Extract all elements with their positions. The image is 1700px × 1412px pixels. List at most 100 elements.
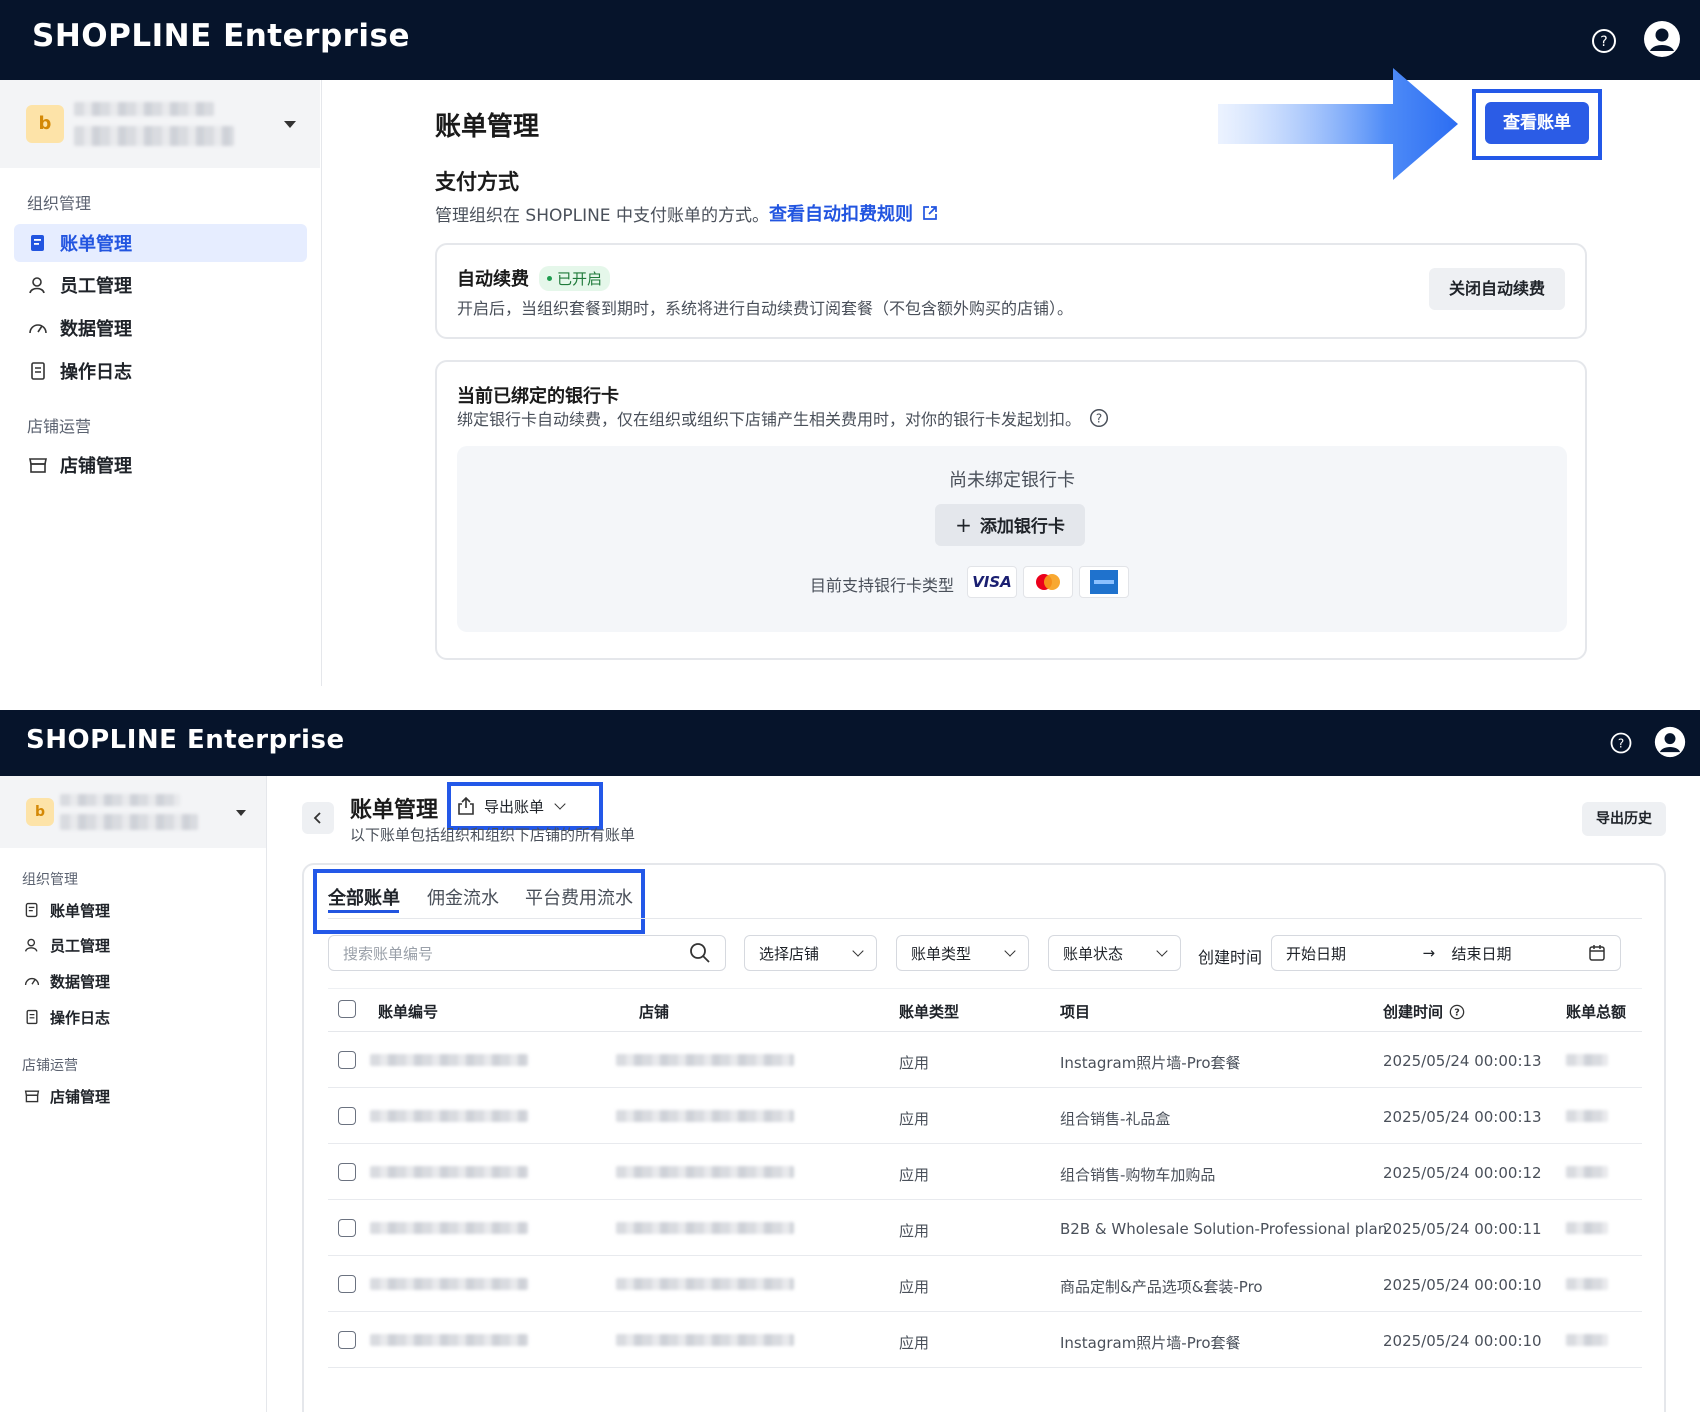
add-bank-card-button[interactable]: + 添加银行卡 (935, 504, 1085, 546)
auto-renew-title: 自动续费 (457, 269, 529, 290)
nav-group-store: 店铺运营 (27, 417, 92, 436)
external-link-icon[interactable] (921, 204, 939, 222)
export-bills-dropdown[interactable]: 导出账单 (456, 790, 566, 822)
sidebar-item-data[interactable]: 数据管理 (14, 309, 307, 347)
table-row[interactable]: 应用 组合销售-购物车加购品 2025/05/24 00:00:12 (328, 1144, 1642, 1200)
bill-number-blurred[interactable] (370, 1222, 528, 1234)
auto-charge-rules-link[interactable]: 查看自动扣费规则 (769, 200, 913, 226)
back-icon (313, 812, 321, 824)
back-button[interactable] (302, 802, 334, 834)
created-time-cell: 2025/05/24 00:00:13 (1383, 1052, 1542, 1070)
col-bill-type: 账单类型 (899, 1003, 960, 1021)
store-avatar: b (26, 798, 54, 826)
bill-number-blurred[interactable] (370, 1166, 528, 1178)
user-icon[interactable] (1643, 20, 1681, 62)
store-avatar: b (26, 105, 64, 143)
tab-platform-fee[interactable]: 平台费用流水 (525, 884, 633, 910)
store-name-blurred (60, 794, 180, 806)
store-name-blurred (616, 1110, 794, 1122)
sidebar-item-logs[interactable]: 操作日志 (12, 1001, 252, 1033)
date-range-picker[interactable]: 开始日期 → 结束日期 (1271, 935, 1621, 971)
row-checkbox[interactable] (338, 1275, 356, 1293)
chevron-down-icon (852, 945, 864, 957)
store-name-blurred (616, 1334, 794, 1346)
table-row[interactable]: 应用 Instagram照片墙-Pro套餐 2025/05/24 00:00:10 (328, 1312, 1642, 1368)
auto-renew-card: 自动续费 已开启 开启后，当组织套餐到期时，系统将进行自动续费订阅套餐（不包含额… (435, 243, 1587, 339)
sidebar-item-stores[interactable]: 店铺管理 (12, 1080, 252, 1112)
nav-group-org: 组织管理 (22, 872, 78, 888)
table-row[interactable]: 应用 商品定制&产品选项&套装-Pro 2025/05/24 00:00:10 (328, 1256, 1642, 1312)
bank-card-title: 当前已绑定的银行卡 (457, 386, 619, 407)
row-checkbox[interactable] (338, 1331, 356, 1349)
auto-renew-title-row: 自动续费 已开启 (457, 265, 611, 291)
disable-auto-renew-button[interactable]: 关闭自动续费 (1429, 268, 1565, 310)
bill-number-blurred[interactable] (370, 1110, 528, 1122)
sidebar-item-employees[interactable]: 员工管理 (14, 266, 307, 304)
page-subtitle: 以下账单包括组织和组织下店铺的所有账单 (350, 826, 636, 844)
tab-commission[interactable]: 佣金流水 (427, 884, 499, 910)
sidebar-item-stores[interactable]: 店铺管理 (14, 446, 307, 484)
row-checkbox[interactable] (338, 1107, 356, 1125)
col-total-amount: 账单总额 (1566, 1003, 1627, 1021)
main-content: 账单管理 导出账单 以下账单包括组织和组织下店铺的所有账单 导出历史 全部账单 … (268, 776, 1700, 1412)
bill-number-blurred[interactable] (370, 1054, 528, 1066)
bill-type-select[interactable]: 账单类型 (896, 935, 1029, 971)
row-checkbox[interactable] (338, 1163, 356, 1181)
arrow-right-icon: → (1422, 944, 1436, 962)
help-icon[interactable]: ? (1591, 28, 1617, 58)
table-row[interactable]: 应用 组合销售-礼品盒 2025/05/24 00:00:13 (328, 1088, 1642, 1144)
col-bill-number: 账单编号 (378, 1003, 439, 1021)
store-switcher[interactable]: b (0, 80, 320, 168)
bank-card-section: 当前已绑定的银行卡 绑定银行卡自动续费，仅在组织或组织下店铺产生相关费用时，对你… (435, 360, 1587, 660)
sidebar: b 组织管理 账单管理 员工管理 数据管理 操作日志 店铺运营 店铺管理 (0, 80, 322, 686)
tab-all-bills[interactable]: 全部账单 (328, 884, 400, 910)
bill-number-blurred[interactable] (370, 1278, 528, 1290)
row-checkbox[interactable] (338, 1219, 356, 1237)
user-icon[interactable] (1654, 726, 1686, 762)
store-icon (24, 1090, 40, 1103)
sidebar-item-billing[interactable]: 账单管理 (12, 894, 252, 926)
item-cell: 商品定制&产品选项&套装-Pro (1060, 1278, 1263, 1296)
shopline-logo: SHOPLINE Enterprise (32, 18, 411, 54)
sidebar-item-data[interactable]: 数据管理 (12, 965, 252, 997)
chevron-down-icon (1004, 945, 1016, 957)
store-select[interactable]: 选择店铺 (744, 935, 877, 971)
item-cell: Instagram照片墙-Pro套餐 (1060, 1054, 1241, 1072)
bank-card-empty-state: 尚未绑定银行卡 + 添加银行卡 目前支持银行卡类型 VISA (457, 446, 1567, 632)
bill-type-cell: 应用 (899, 1278, 930, 1296)
bill-type-cell: 应用 (899, 1054, 930, 1072)
help-icon[interactable]: ? (1610, 732, 1632, 758)
store-icon (29, 458, 47, 473)
row-checkbox[interactable] (338, 1051, 356, 1069)
table-row[interactable]: 应用 Instagram照片墙-Pro套餐 2025/05/24 00:00:13 (328, 1032, 1642, 1088)
item-cell: 组合销售-购物车加购品 (1060, 1166, 1216, 1184)
auto-renew-description: 开启后，当组织套餐到期时，系统将进行自动续费订阅套餐（不包含额外购买的店铺）。 (457, 299, 1074, 318)
chevron-down-icon (554, 798, 566, 810)
info-icon[interactable]: ? (1089, 408, 1109, 428)
page-title: 账单管理 (435, 112, 540, 142)
nav-group-org: 组织管理 (27, 194, 92, 213)
billing-settings-screen: SHOPLINE Enterprise ? b 组织管理 账单管理 员工管理 数… (0, 0, 1700, 686)
bill-type-cell: 应用 (899, 1222, 930, 1240)
svg-text:?: ? (1096, 412, 1102, 426)
view-bills-button[interactable]: 查看账单 (1485, 102, 1589, 144)
created-time-cell: 2025/05/24 00:00:11 (1383, 1220, 1542, 1238)
visa-logo: VISA (967, 566, 1017, 598)
sidebar-item-billing[interactable]: 账单管理 (14, 224, 307, 262)
sidebar-item-logs[interactable]: 操作日志 (14, 352, 307, 390)
sidebar-item-employees[interactable]: 员工管理 (12, 929, 252, 961)
table-row[interactable]: 应用 B2B & Wholesale Solution-Professional … (328, 1200, 1642, 1256)
employee-icon (29, 277, 45, 294)
amount-blurred (1566, 1222, 1608, 1234)
shopline-logo: SHOPLINE Enterprise (26, 725, 345, 755)
bill-type-cell: 应用 (899, 1334, 930, 1352)
select-all-checkbox[interactable] (338, 1000, 356, 1018)
store-switcher[interactable]: b (0, 776, 266, 848)
employee-icon (24, 938, 38, 952)
bill-status-select[interactable]: 账单状态 (1048, 935, 1181, 971)
export-history-button[interactable]: 导出历史 (1582, 802, 1666, 836)
amount-blurred (1566, 1054, 1608, 1066)
bill-number-blurred[interactable] (370, 1334, 528, 1346)
info-icon[interactable]: ? (1449, 1004, 1465, 1020)
search-input[interactable]: 搜索账单编号 (328, 935, 726, 971)
